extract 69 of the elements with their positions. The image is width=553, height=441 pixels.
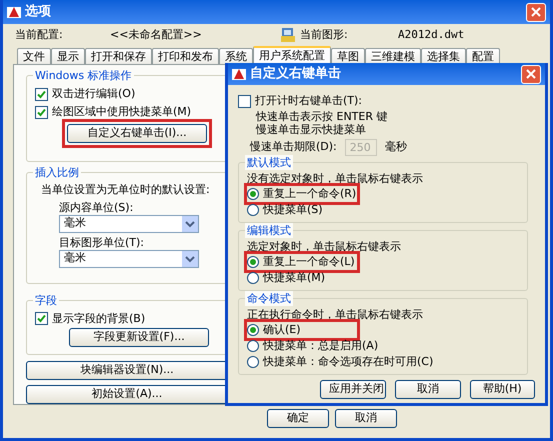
- close-icon: [531, 7, 541, 17]
- checkbox-label: 显示字段的背景(B): [52, 310, 146, 327]
- radio-button[interactable]: [247, 324, 259, 336]
- description-text: 当单位设置为无单位时的默认设置:: [40, 182, 211, 198]
- radio-label: 重复上一个命令(L): [263, 254, 355, 270]
- hint-text: 快速单击表示按 ENTER 键: [254, 110, 388, 123]
- radio-label: 快捷菜单(M): [263, 270, 326, 286]
- group-title: 命令模式: [245, 291, 293, 306]
- profile-label: 当前配置:: [15, 26, 64, 43]
- button[interactable]: 初始设置(A)...: [26, 385, 228, 404]
- radio-label: 快捷菜单(S): [263, 202, 323, 218]
- group-title: 字段: [33, 292, 59, 308]
- radio-label: 确认(E): [263, 322, 301, 338]
- button[interactable]: 取消: [335, 409, 397, 428]
- radio-label: 快捷菜单：总是启用(A): [263, 338, 378, 354]
- tab[interactable]: 显示: [51, 48, 85, 64]
- tab[interactable]: 选择集: [421, 48, 466, 64]
- radio-button[interactable]: [247, 272, 259, 284]
- close-icon: [526, 69, 536, 79]
- hint-text: 慢速单击显示快捷菜单: [254, 123, 367, 136]
- tab[interactable]: 文件: [17, 48, 51, 64]
- button[interactable]: 自定义右键单击(I)...: [67, 124, 207, 143]
- app-icon: [7, 5, 21, 19]
- window-title: 自定义右键单击: [250, 64, 341, 84]
- radio-button[interactable]: [247, 340, 259, 352]
- field-label: 源内容单位(S):: [59, 200, 134, 215]
- checkbox[interactable]: [35, 106, 48, 118]
- radio-label: 重复上一个命令(R): [263, 186, 356, 202]
- button[interactable]: 应用并关闭: [320, 380, 386, 399]
- unit-dropdown[interactable]: 毫米: [59, 214, 199, 233]
- profile-name: <<未命名配置>>: [110, 26, 203, 43]
- tab[interactable]: 草图: [331, 48, 365, 64]
- drawing-name: A2012d.dwt: [398, 26, 464, 43]
- duration-label: 慢速单击期限(D):: [250, 139, 337, 156]
- checkbox-label: 绘图区域中使用快捷菜单(M): [52, 104, 192, 120]
- tab[interactable]: 三维建模: [365, 48, 421, 64]
- tab[interactable]: 打开和保存: [85, 48, 152, 64]
- radio-label: 快捷菜单：命令选项存在时可用(C): [263, 354, 434, 370]
- checkbox[interactable]: [35, 312, 48, 326]
- radio-button[interactable]: [247, 256, 259, 268]
- button[interactable]: 字段更新设置(F)...: [69, 328, 209, 347]
- drawing-file-icon: [280, 27, 296, 43]
- radio-button[interactable]: [247, 204, 259, 216]
- button[interactable]: 帮助(H): [470, 380, 535, 399]
- group-title: 默认模式: [245, 155, 293, 170]
- button[interactable]: 块编辑器设置(N)...: [26, 361, 228, 380]
- window-title: 选项: [25, 3, 51, 22]
- close-button[interactable]: [526, 2, 546, 22]
- tab[interactable]: 打印和发布: [152, 48, 219, 64]
- tab[interactable]: 配置: [466, 48, 500, 64]
- unit-text: 毫秒: [384, 139, 407, 156]
- group-title: 编辑模式: [245, 223, 293, 238]
- tab[interactable]: 系统: [219, 48, 253, 64]
- close-button[interactable]: [521, 64, 541, 84]
- drawing-label: 当前图形:: [300, 26, 349, 43]
- group-title: 插入比例: [33, 164, 81, 180]
- button[interactable]: 确定: [267, 409, 329, 428]
- app-icon: [232, 67, 246, 81]
- checkbox-label: 双击进行编辑(O): [52, 86, 136, 102]
- unit-dropdown[interactable]: 毫米: [59, 250, 199, 268]
- group-title: Windows 标准操作: [33, 68, 134, 83]
- checkbox[interactable]: [35, 88, 48, 100]
- tab[interactable]: 用户系统配置: [253, 46, 331, 64]
- checkbox-label: 打开计时右键单击(T):: [255, 92, 362, 109]
- field-label: 目标图形单位(T):: [59, 234, 146, 250]
- button[interactable]: 取消: [395, 380, 460, 399]
- checkmark-icon: [37, 314, 46, 324]
- radio-button[interactable]: [247, 356, 259, 368]
- radio-button[interactable]: [247, 188, 259, 200]
